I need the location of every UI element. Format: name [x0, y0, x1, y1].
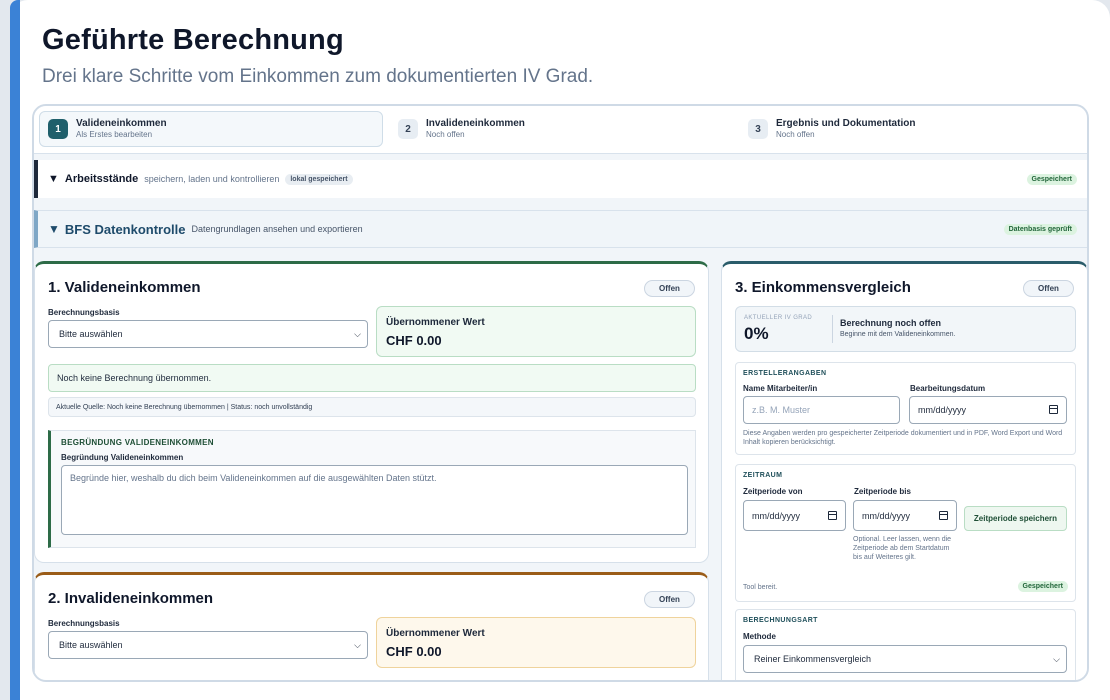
step-subtitle: Noch offen — [776, 130, 815, 139]
begruendung-textarea[interactable]: Begründe hier, weshalb du dich beim Vali… — [61, 465, 688, 535]
local-saved-badge: lokal gespeichert — [285, 173, 353, 185]
page-title: Geführte Berechnung — [42, 24, 344, 56]
select-value: Bitte auswählen — [59, 329, 123, 339]
calendar-icon[interactable] — [1049, 405, 1058, 414]
begruendung-heading: BEGRÜNDUNG VALIDENEINKOMMEN — [61, 438, 214, 447]
iv-grad-value: 0% — [744, 324, 769, 343]
name-mitarbeiter-input[interactable]: z.B. M. Muster — [743, 396, 900, 424]
step-title: Invalideneinkommen — [426, 118, 525, 129]
step-3-ergebnis[interactable]: 3 Ergebnis und Dokumentation Noch offen — [740, 111, 1080, 147]
bfs-hint: Datengrundlagen ansehen und exportieren — [191, 224, 363, 234]
date-value: mm/dd/yyyy — [862, 510, 911, 521]
valid-value-box: Übernommener Wert CHF 0.00 — [376, 306, 696, 357]
current-source-note: Aktuelle Quelle: Noch keine Berechnung ü… — [48, 397, 696, 417]
step-2-invalideneinkommen[interactable]: 2 Invalideneinkommen Noch offen — [390, 111, 730, 147]
name-label: Name Mitarbeiter/in — [743, 384, 818, 393]
bfs-datenkontrolle-section[interactable]: ▼ BFS Datenkontrolle Datengrundlagen ans… — [34, 210, 1087, 248]
date-label: Bearbeitungsdatum — [910, 384, 986, 393]
erstellerangaben-card: ERSTELLERANGABEN Name Mitarbeiter/in z.B… — [735, 362, 1076, 455]
invalid-berechnungsbasis-select[interactable]: Bitte auswählen ⌵ — [48, 631, 368, 659]
berechnungsbasis-label: Berechnungsbasis — [48, 619, 120, 628]
database-checked-badge: Datenbasis geprüft — [1003, 223, 1077, 235]
begruendung-box: BEGRÜNDUNG VALIDENEINKOMMEN Begründung V… — [48, 430, 696, 548]
zeitraum-card: ZEITRAUM Zeitperiode von mm/dd/yyyy Zeit… — [735, 464, 1076, 602]
step-1-valideneinkommen[interactable]: 1 Valideneinkommen Als Erstes bearbeiten — [39, 111, 383, 147]
zeitperiode-bis-input[interactable]: mm/dd/yyyy — [853, 500, 957, 531]
step-title: Valideneinkommen — [76, 118, 167, 129]
invalideneinkommen-panel: 2. Invalideneinkommen Offen Berechnungsb… — [34, 572, 709, 680]
select-value: Reiner Einkommensvergleich — [754, 654, 872, 664]
ersteller-note: Diese Angaben werden pro gespeicherter Z… — [743, 430, 1063, 446]
einkommensvergleich-status-badge: Offen — [1023, 280, 1074, 297]
chevron-down-icon: ⌵ — [354, 640, 361, 650]
bearbeitungsdatum-input[interactable]: mm/dd/yyyy — [909, 396, 1067, 424]
from-label: Zeitperiode von — [743, 487, 803, 496]
step-number: 2 — [398, 119, 418, 139]
valideneinkommen-panel: 1. Valideneinkommen Offen Berechnungsbas… — [34, 261, 709, 563]
iv-description: Beginne mit dem Valideneinkommen. — [840, 331, 956, 338]
arbeitsstaende-section[interactable]: ▼ Arbeitsstände speichern, laden und kon… — [34, 160, 1087, 198]
einkommensvergleich-title: 3. Einkommensvergleich — [735, 279, 911, 296]
valid-berechnungsbasis-select[interactable]: Bitte auswählen ⌵ — [48, 320, 368, 348]
invalid-value-box: Übernommener Wert CHF 0.00 — [376, 617, 696, 668]
arbeitsstaende-title: Arbeitsstände — [64, 173, 139, 185]
calendar-icon[interactable] — [828, 511, 837, 520]
zeitraum-saved-badge: Gespeichert — [1017, 581, 1068, 592]
step-subtitle: Noch offen — [426, 130, 465, 139]
erstellerangaben-heading: ERSTELLERANGABEN — [743, 370, 827, 377]
chevron-down-icon: ⌵ — [1053, 654, 1060, 664]
einkommensvergleich-panel: 3. Einkommensvergleich Offen AKTUELLER I… — [721, 261, 1087, 680]
step-subtitle: Als Erstes bearbeiten — [76, 130, 153, 139]
no-calculation-note: Noch keine Berechnung übernommen. — [48, 364, 696, 392]
step-title: Ergebnis und Dokumentation — [776, 118, 916, 129]
iv-grad-box: AKTUELLER IV GRAD 0% Berechnung noch off… — [735, 306, 1076, 352]
invalideneinkommen-title: 2. Invalideneinkommen — [48, 590, 214, 607]
value-amount: CHF 0.00 — [386, 333, 442, 348]
iv-grad-key: AKTUELLER IV GRAD — [744, 315, 813, 321]
date-value: mm/dd/yyyy — [918, 405, 967, 415]
step-navigation: 1 Valideneinkommen Als Erstes bearbeiten… — [34, 106, 1087, 154]
chevron-down-icon: ⌵ — [354, 329, 361, 339]
accent-bar — [10, 0, 20, 700]
arbeitsstaende-hint: speichern, laden und kontrollieren — [144, 174, 280, 184]
bfs-title: BFS Datenkontrolle — [64, 221, 186, 237]
value-label: Übernommener Wert — [386, 317, 485, 328]
divider — [832, 315, 833, 343]
value-amount: CHF 0.00 — [386, 644, 442, 659]
value-label: Übernommener Wert — [386, 628, 485, 639]
page-subtitle: Drei klare Schritte vom Einkommen zum do… — [42, 66, 594, 87]
iv-status: Berechnung noch offen — [840, 318, 941, 328]
date-value: mm/dd/yyyy — [752, 510, 801, 521]
calendar-icon[interactable] — [939, 511, 948, 520]
methode-label: Methode — [743, 632, 776, 641]
begruendung-label: Begründung Valideneinkommen — [61, 453, 184, 462]
valideneinkommen-title: 1. Valideneinkommen — [48, 279, 201, 296]
zeitraum-heading: ZEITRAUM — [743, 472, 783, 479]
step-number: 3 — [748, 119, 768, 139]
berechnungsart-card: BERECHNUNGSART Methode Reiner Einkommens… — [735, 609, 1076, 680]
calculator-frame: 1 Valideneinkommen Als Erstes bearbeiten… — [32, 104, 1089, 682]
invalideneinkommen-status-badge: Offen — [644, 591, 695, 608]
step-number: 1 — [48, 119, 68, 139]
berechnungsart-heading: BERECHNUNGSART — [743, 617, 818, 624]
select-value: Bitte auswählen — [59, 640, 123, 650]
tool-status: Tool bereit. — [743, 584, 778, 591]
zeitperiode-von-input[interactable]: mm/dd/yyyy — [743, 500, 846, 531]
methode-select[interactable]: Reiner Einkommensvergleich ⌵ — [743, 645, 1067, 673]
berechnungsbasis-label: Berechnungsbasis — [48, 308, 120, 317]
saved-status-badge: Gespeichert — [1026, 173, 1077, 185]
to-label: Zeitperiode bis — [854, 487, 911, 496]
zeitperiode-speichern-button[interactable]: Zeitperiode speichern — [964, 506, 1067, 531]
expand-triangle-icon: ▼ — [48, 173, 59, 185]
expand-triangle-icon: ▼ — [48, 222, 60, 236]
zeitperiode-hint: Optional. Leer lassen, wenn die Zeitperi… — [853, 536, 952, 561]
valideneinkommen-status-badge: Offen — [644, 280, 695, 297]
